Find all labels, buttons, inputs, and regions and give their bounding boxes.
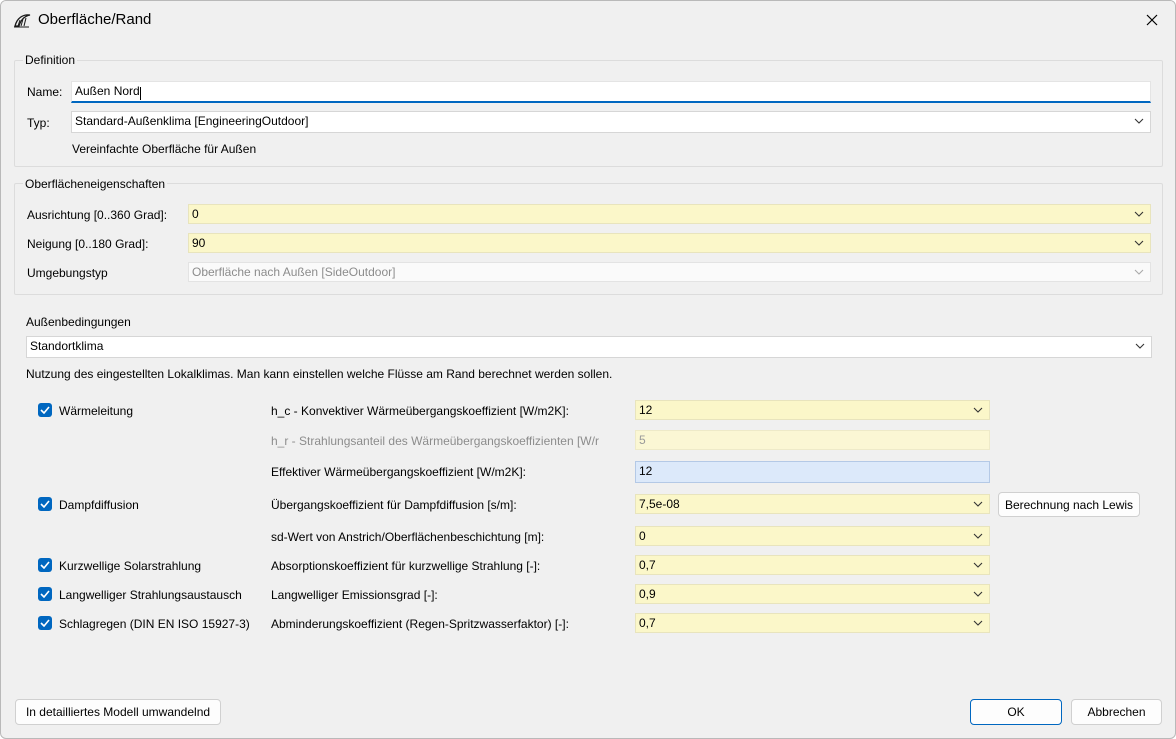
sd-value: 0 [639, 529, 646, 543]
emissivity-label: Langwelliger Emissionsgrad [-]: [271, 588, 438, 602]
hc-combobox[interactable]: 12 [635, 400, 990, 420]
surface-properties-title: Oberflächeneigenschaften [23, 177, 168, 191]
effective-coefficient-field: 12 [635, 461, 990, 483]
solar-radiation-checkbox[interactable] [38, 558, 52, 572]
chevron-down-icon [1128, 234, 1150, 252]
dialog-window: Oberfläche/Rand Definition Name: Außen N… [0, 0, 1176, 739]
emissivity-value: 0,9 [639, 587, 656, 601]
chevron-down-icon [1128, 263, 1150, 281]
outdoor-conditions-title: Außenbedingungen [26, 315, 131, 329]
effective-coefficient-label: Effektiver Wärmeübergangskoeffizient [W/… [271, 465, 526, 479]
chevron-down-icon [967, 585, 989, 603]
rain-reduction-value: 0,7 [639, 616, 656, 630]
longwave-exchange-checkbox[interactable] [38, 587, 52, 601]
cancel-button[interactable]: Abbrechen [1071, 699, 1162, 725]
chevron-down-icon [967, 495, 989, 513]
close-icon [1146, 14, 1158, 26]
chevron-down-icon [1128, 205, 1150, 223]
checkmark-icon [40, 406, 50, 414]
type-dropdown[interactable]: Standard-Außenklima [EngineeringOutdoor] [71, 111, 1151, 133]
orientation-label: Ausrichtung [0..360 Grad]: [27, 208, 168, 222]
inclination-combobox[interactable]: 90 [188, 233, 1151, 253]
sd-value-combobox[interactable]: 0 [635, 526, 990, 546]
checkmark-icon [40, 619, 50, 627]
hr-value: 5 [639, 433, 646, 447]
close-button[interactable] [1129, 1, 1175, 39]
text-caret [140, 87, 141, 100]
checkmark-icon [40, 590, 50, 598]
absorption-value: 0,7 [639, 558, 656, 572]
hr-label: h_r - Strahlungsanteil des Wärmeübergang… [271, 434, 599, 448]
app-icon [14, 14, 31, 28]
solar-radiation-label: Kurzwellige Solarstrahlung [59, 559, 202, 573]
absorption-label: Absorptionskoeffizient für kurzwellige S… [271, 559, 541, 573]
chevron-down-icon [967, 556, 989, 574]
checkmark-icon [40, 561, 50, 569]
name-label: Name: [27, 85, 63, 99]
vapor-coefficient-combobox[interactable]: 7,5e-08 [635, 494, 990, 514]
climate-dropdown-value: Standortklima [30, 339, 104, 353]
climate-dropdown[interactable]: Standortklima [26, 336, 1152, 358]
rain-reduction-combobox[interactable]: 0,7 [635, 613, 990, 633]
inclination-label: Neigung [0..180 Grad]: [27, 237, 149, 251]
title-bar: Oberfläche/Rand [1, 1, 1175, 39]
chevron-down-icon [967, 614, 989, 632]
heat-conduction-label: Wärmeleitung [59, 404, 134, 418]
vapor-diffusion-checkbox[interactable] [38, 497, 52, 511]
vapor-diffusion-label: Dampfdiffusion [59, 498, 139, 512]
chevron-down-icon [967, 527, 989, 545]
absorption-combobox[interactable]: 0,7 [635, 555, 990, 575]
type-label: Typ: [27, 116, 50, 130]
type-dropdown-value: Standard-Außenklima [EngineeringOutdoor] [75, 114, 309, 128]
driving-rain-checkbox[interactable] [38, 616, 52, 630]
emissivity-combobox[interactable]: 0,9 [635, 584, 990, 604]
chevron-down-icon [1128, 112, 1150, 130]
heat-conduction-checkbox[interactable] [38, 403, 52, 417]
rain-reduction-label: Abminderungskoeffizient (Regen-Spritzwas… [271, 617, 569, 631]
name-input-value: Außen Nord [75, 84, 140, 98]
checkmark-icon [40, 500, 50, 508]
hr-input: 5 [635, 430, 990, 450]
type-description: Vereinfachte Oberfläche für Außen [72, 142, 257, 156]
name-input[interactable]: Außen Nord [71, 81, 1151, 103]
chevron-down-icon [1129, 337, 1151, 355]
hc-label: h_c - Konvektiver Wärmeübergangskoeffizi… [271, 404, 569, 418]
environment-type-dropdown: Oberfläche nach Außen [SideOutdoor] [188, 262, 1151, 282]
inclination-value: 90 [192, 236, 206, 250]
environment-type-label: Umgebungstyp [27, 266, 108, 280]
definition-group-title: Definition [23, 53, 78, 67]
window-title: Oberfläche/Rand [38, 11, 152, 28]
ok-button[interactable]: OK [970, 699, 1062, 725]
orientation-value: 0 [192, 207, 199, 221]
sd-value-label: sd-Wert von Anstrich/Oberflächenbeschich… [271, 530, 545, 544]
longwave-exchange-label: Langwelliger Strahlungsaustausch [59, 588, 242, 602]
lewis-calculation-button[interactable]: Berechnung nach Lewis [998, 492, 1140, 517]
convert-detailed-model-button[interactable]: In detailliertes Modell umwandelnd [15, 699, 221, 725]
vapor-coefficient-label: Übergangskoeffizient für Dampfdiffusion … [271, 498, 517, 512]
orientation-combobox[interactable]: 0 [188, 204, 1151, 224]
effective-coefficient-value: 12 [639, 464, 653, 478]
vapor-coefficient-value: 7,5e-08 [639, 497, 680, 511]
chevron-down-icon [967, 401, 989, 419]
environment-type-value: Oberfläche nach Außen [SideOutdoor] [192, 265, 396, 279]
driving-rain-label: Schlagregen (DIN EN ISO 15927-3) [59, 617, 250, 631]
outdoor-description: Nutzung des eingestellten Lokalklimas. M… [26, 367, 613, 381]
hc-value: 12 [639, 403, 653, 417]
